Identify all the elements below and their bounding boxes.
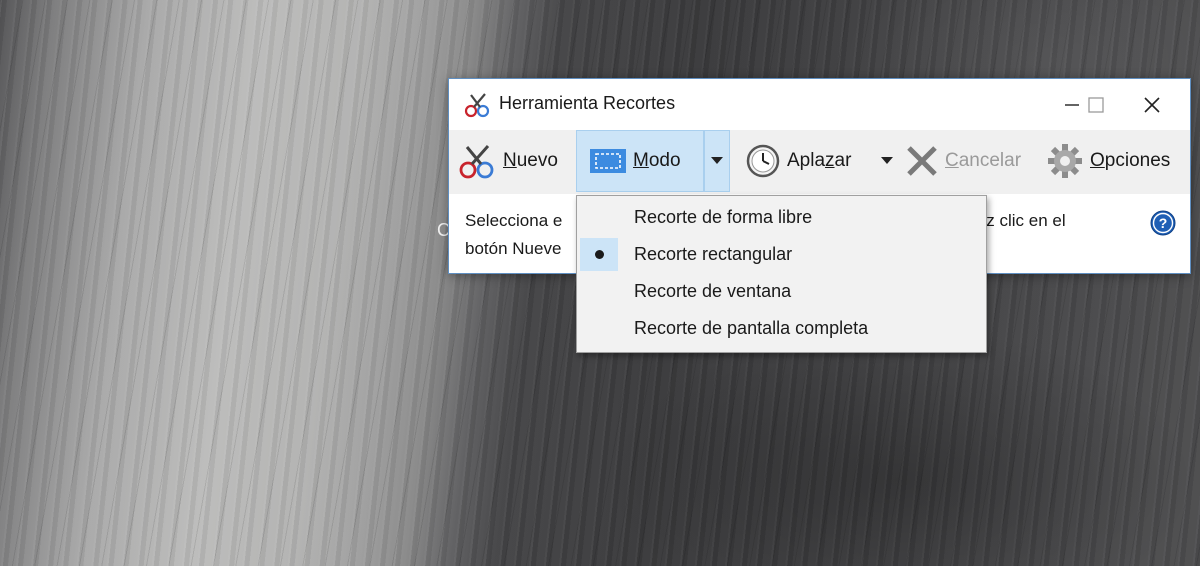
delay-dropdown-button[interactable] [877,130,897,192]
mode-label: Modo [633,150,681,171]
menu-item-label: Recorte de ventana [634,281,792,301]
maximize-button[interactable] [1073,79,1119,130]
menu-item-window-snip[interactable]: Recorte de ventana [577,273,986,310]
cancel-label: Cancelar [945,150,1022,171]
cancel-button[interactable]: Cancelar [905,130,1021,192]
chevron-down-icon [881,157,893,164]
scissors-app-icon [464,93,490,118]
menu-item-rectangular-snip[interactable]: Recorte rectangular [577,236,986,273]
help-icon[interactable]: ? [1150,210,1176,236]
maximize-icon [1088,96,1104,113]
svg-text:?: ? [1159,215,1168,231]
rectangle-snip-icon [590,149,626,173]
delay-label: Aplazar [787,150,852,171]
title-bar[interactable]: Herramienta Recortes [449,79,1190,130]
options-button[interactable]: Opciones [1046,130,1170,192]
close-icon [1144,96,1160,113]
close-button[interactable] [1129,79,1175,130]
delay-button[interactable]: Aplazar [745,130,851,192]
menu-item-full-screen-snip[interactable]: Recorte de pantalla completa [577,310,986,347]
mode-dropdown-menu: Recorte de forma libre Recorte rectangul… [576,195,987,353]
mode-dropdown-button[interactable] [704,130,730,192]
new-snip-label: Nuevo [503,150,558,171]
clock-icon [746,144,780,178]
menu-item-free-form-snip[interactable]: Recorte de forma libre [577,199,986,236]
toolbar: Nuevo Modo Aplazar Cancelar Opciones [449,130,1190,194]
scissors-icon [459,145,494,179]
mode-button[interactable]: Modo [576,130,704,192]
menu-item-label: Recorte de pantalla completa [634,318,869,338]
window-title: Herramienta Recortes [499,93,676,113]
options-label: Opciones [1090,150,1171,171]
menu-item-label: Recorte de forma libre [634,207,813,227]
menu-item-label: Recorte rectangular [634,244,793,264]
gear-icon [1048,144,1082,178]
selected-indicator [580,238,618,271]
instructions-line-1-start: Selecciona e [465,211,563,230]
radio-dot-icon [594,250,604,259]
cancel-x-icon [907,146,937,176]
new-snip-button[interactable]: Nuevo [457,130,558,192]
chevron-down-icon [711,157,723,164]
